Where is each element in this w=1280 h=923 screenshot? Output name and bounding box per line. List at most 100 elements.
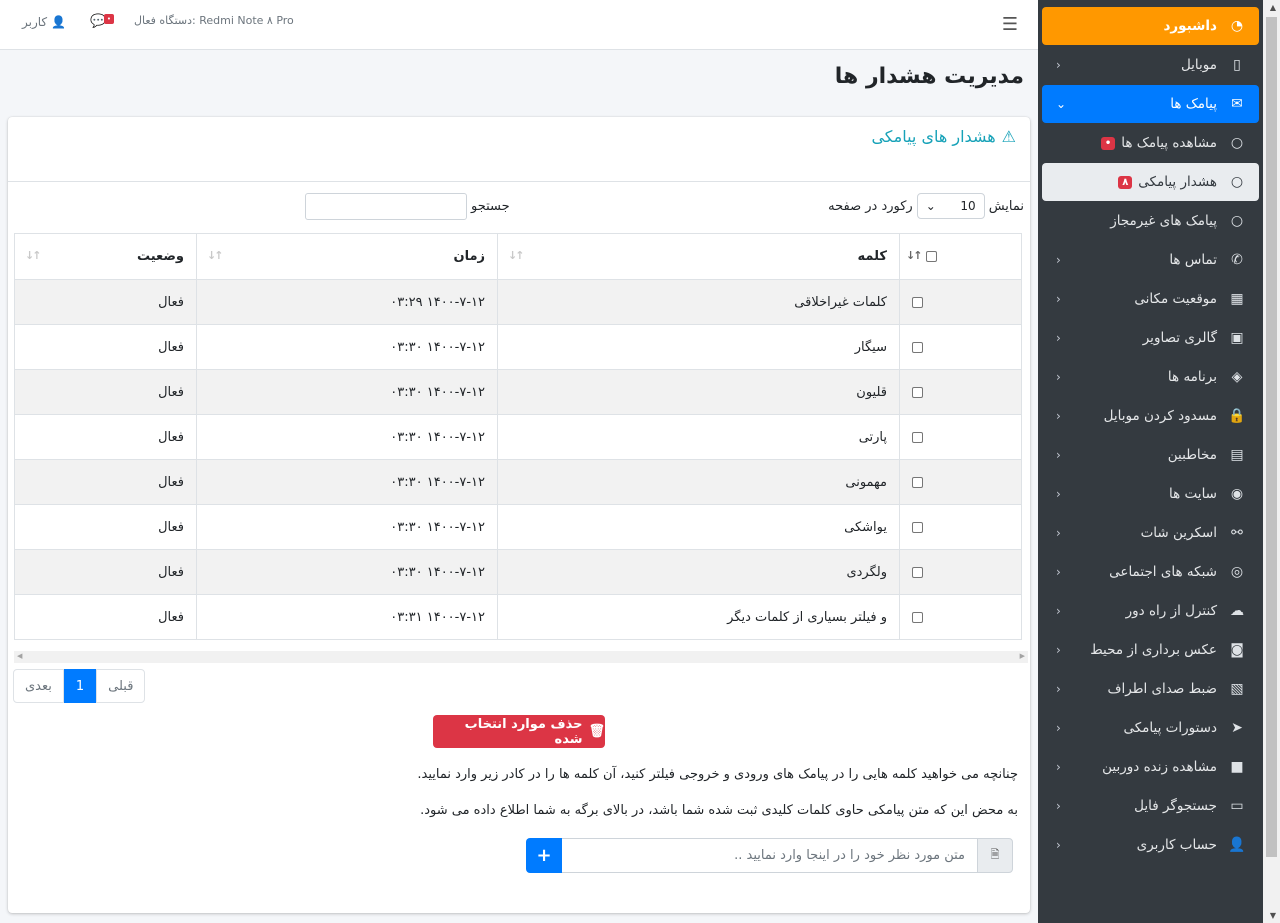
- sidebar-item-account[interactable]: 👤 حساب کاربری ‹: [1042, 826, 1259, 864]
- menu-toggle-icon[interactable]: ☰: [1002, 14, 1018, 35]
- scroll-down-icon[interactable]: ▼: [1270, 911, 1276, 920]
- table-controls: نمایش ⌄ 10 رکورد در صفحه جستجو: [8, 193, 1030, 221]
- sidebar-item-view-sms[interactable]: ○ مشاهده پیامک ها •: [1042, 124, 1259, 162]
- row-checkbox[interactable]: [912, 431, 923, 443]
- add-word-button[interactable]: +: [526, 838, 562, 873]
- header-status[interactable]: وضعیت ↑↓: [14, 233, 197, 280]
- status-cell: فعال: [14, 549, 197, 595]
- sort-icon: ↑↓: [207, 249, 224, 262]
- chrome-icon: ◉: [1230, 486, 1244, 502]
- sidebar-item-contacts[interactable]: ▤ مخاطبین ‹: [1042, 436, 1259, 474]
- sidebar-item-sms-alerts[interactable]: ○ هشدار پیامکی ۸: [1042, 163, 1259, 201]
- card-title: ⚠هشدار های پیامکی: [871, 127, 1016, 146]
- sidebar-item-screenshot[interactable]: ⚯ اسکرین شات ‹: [1042, 514, 1259, 552]
- scrollbar-thumb[interactable]: [1266, 17, 1277, 857]
- scroll-right-icon[interactable]: ▶: [1020, 652, 1025, 660]
- folder-icon: ▭: [1230, 798, 1244, 814]
- search-input[interactable]: [305, 193, 467, 220]
- sidebar-item-social[interactable]: ◎ شبکه های اجتماعی ‹: [1042, 553, 1259, 591]
- scroll-up-icon[interactable]: ▲: [1270, 3, 1276, 12]
- envelope-icon: ✉: [1231, 96, 1243, 112]
- row-select-cell: [899, 414, 1022, 460]
- time-cell: ۱۴۰۰-۷-۱۲ ۰۳:۲۹: [196, 279, 498, 325]
- row-checkbox[interactable]: [912, 611, 923, 623]
- video-icon: ■: [1230, 759, 1244, 775]
- book-icon: ▤: [1230, 447, 1244, 463]
- alerts-card: ⚠هشدار های پیامکی نمایش ⌄ 10 رکورد در صفح…: [8, 117, 1030, 913]
- delete-selected-button[interactable]: 🗑 حذف موارد انتخاب شده: [433, 715, 605, 748]
- camera-icon: ◙: [1230, 642, 1244, 658]
- row-select-cell: [899, 279, 1022, 325]
- row-checkbox[interactable]: [912, 521, 923, 533]
- chevron-down-icon: ⌄: [925, 199, 936, 213]
- select-all-header[interactable]: ↑↓: [899, 233, 1022, 280]
- cloud-icon: ☁: [1230, 603, 1244, 619]
- chat-icon[interactable]: 💬 •: [90, 14, 114, 29]
- row-checkbox[interactable]: [912, 476, 923, 488]
- sidebar-item-remote-control[interactable]: ☁ کنترل از راه دور ‹: [1042, 592, 1259, 630]
- sidebar-item-dashboard[interactable]: ◔ داشبورد: [1042, 7, 1259, 45]
- chevron-icon: ‹: [1056, 760, 1061, 774]
- header-word[interactable]: کلمه ↑↓: [497, 233, 900, 280]
- word-cell: مهمونی: [497, 459, 900, 505]
- chevron-icon: ‹: [1056, 682, 1061, 696]
- previous-page-button[interactable]: قبلی: [96, 669, 146, 703]
- word-file-icon: 🗎: [977, 838, 1013, 873]
- user-menu[interactable]: 👤 کاربر: [22, 15, 66, 29]
- chevron-icon: ‹: [1056, 838, 1061, 852]
- add-word-group: + متن مورد نظر خود را در اینجا وارد نمای…: [526, 838, 1013, 873]
- mobile-icon: ▯: [1233, 57, 1241, 73]
- chevron-icon: ‹: [1056, 253, 1061, 267]
- sidebar-item-live-camera[interactable]: ■ مشاهده زنده دوربین ‹: [1042, 748, 1259, 786]
- status-cell: فعال: [14, 414, 197, 460]
- sidebar-item-photo-capture[interactable]: ◙ عکس برداری از محیط ‹: [1042, 631, 1259, 669]
- search-control: جستجو: [305, 193, 510, 220]
- chevron-icon: ‹: [1056, 643, 1061, 657]
- view-sms-badge: •: [1100, 136, 1116, 150]
- next-page-button[interactable]: بعدی: [13, 669, 64, 703]
- chevron-icon: ‹: [1056, 604, 1061, 618]
- audio-file-icon: ▧: [1230, 681, 1244, 697]
- records-label: رکورد در صفحه: [828, 198, 913, 214]
- sidebar-item-unauthorized-sms[interactable]: ○ پیامک های غیرمجاز: [1042, 202, 1259, 240]
- table-horizontal-scrollbar[interactable]: ◀ ▶: [14, 651, 1028, 663]
- page-length-select[interactable]: ⌄ 10: [916, 193, 985, 219]
- sidebar-item-gallery[interactable]: ▣ گالری تصاویر ‹: [1042, 319, 1259, 357]
- word-cell: یواشکی: [497, 504, 900, 550]
- warning-icon: ⚠: [1001, 127, 1016, 146]
- sidebar-item-calls[interactable]: ✆ تماس ها ‹: [1042, 241, 1259, 279]
- page-1-button[interactable]: 1: [63, 669, 97, 703]
- sidebar-item-lock-mobile[interactable]: 🔒 مسدود کردن موبایل ‹: [1042, 397, 1259, 435]
- time-cell: ۱۴۰۰-۷-۱۲ ۰۳:۳۰: [196, 414, 498, 460]
- sidebar-item-sms[interactable]: ✉ پیامک ها ⌄: [1042, 85, 1259, 123]
- sidebar-item-mobile[interactable]: ▯ موبایل ‹: [1042, 46, 1259, 84]
- row-checkbox[interactable]: [912, 566, 923, 578]
- page-length-control: نمایش ⌄ 10 رکورد در صفحه: [828, 193, 1024, 219]
- sidebar-item-sms-commands[interactable]: ➤ دستورات پیامکی ‹: [1042, 709, 1259, 747]
- trash-icon: 🗑: [588, 724, 605, 739]
- circle-icon: ○: [1230, 213, 1244, 229]
- sidebar-item-audio-record[interactable]: ▧ ضبط صدای اطراف ‹: [1042, 670, 1259, 708]
- select-all-checkbox[interactable]: [926, 251, 937, 262]
- lock-icon: 🔒: [1228, 408, 1246, 424]
- header-time[interactable]: زمان ↑↓: [196, 233, 498, 280]
- sidebar-item-file-explorer[interactable]: ▭ جستجوگر فایل ‹: [1042, 787, 1259, 825]
- scroll-left-icon[interactable]: ◀: [17, 652, 22, 660]
- row-checkbox[interactable]: [912, 341, 923, 353]
- sidebar-item-apps[interactable]: ◈ برنامه ها ‹: [1042, 358, 1259, 396]
- sidebar-item-location[interactable]: ▦ موقعیت مکانی ‹: [1042, 280, 1259, 318]
- sidebar-item-sites[interactable]: ◉ سایت ها ‹: [1042, 475, 1259, 513]
- page-scrollbar[interactable]: ▲ ▼: [1263, 0, 1280, 923]
- chevron-icon: ‹: [1056, 58, 1061, 72]
- dashboard-icon: ◔: [1230, 18, 1244, 34]
- sidebar: ◔ داشبورد ▯ موبایل ‹ ✉ پیامک ها ⌄ ○ مشاهده پیا…: [1038, 0, 1263, 923]
- add-word-input[interactable]: متن مورد نظر خود را در اینجا وارد نمایید…: [562, 838, 977, 873]
- chevron-down-icon: ⌄: [1056, 97, 1067, 111]
- show-label: نمایش: [988, 198, 1024, 214]
- chevron-icon: ‹: [1056, 331, 1061, 345]
- row-checkbox[interactable]: [912, 386, 923, 398]
- row-checkbox[interactable]: [912, 296, 923, 308]
- chevron-icon: ‹: [1056, 799, 1061, 813]
- row-select-cell: [899, 504, 1022, 550]
- word-cell: کلمات غیراخلاقی: [497, 279, 900, 325]
